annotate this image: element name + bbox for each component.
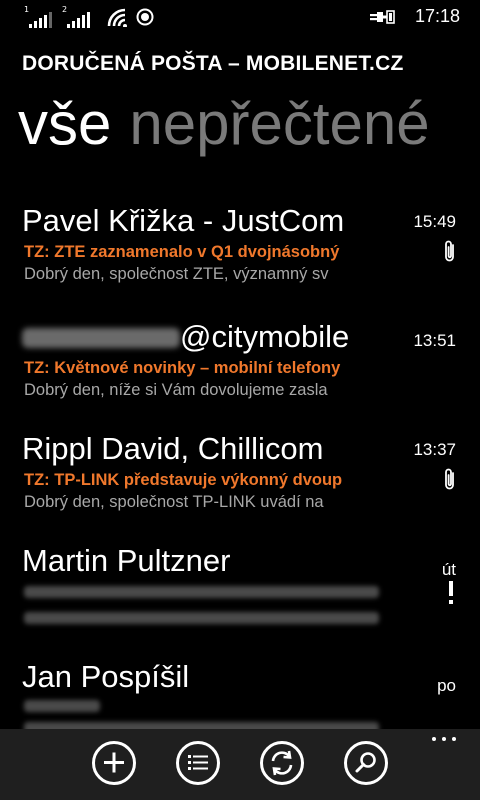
redacted-subject [24, 700, 100, 712]
pivot-item-unread[interactable]: nepřečtené [129, 90, 429, 157]
ellipsis-icon[interactable] [430, 737, 460, 745]
paperclip-icon [445, 468, 454, 490]
message-time: 13:51 [413, 331, 456, 350]
paperclip-icon [445, 240, 454, 262]
sync-icon [271, 750, 293, 776]
account-title: DORUČENÁ POŠTA – MOBILENET.CZ [22, 52, 404, 75]
message-subject: TZ: TP-LINK představuje výkonný dvoup [24, 471, 343, 489]
message-subject: TZ: ZTE zaznamenalo v Q1 dvojnásobný [24, 243, 340, 261]
message-subject: TZ: Květnové novinky – mobilní telefony [24, 359, 341, 377]
message-preview: Dobrý den, níže si Vám dovolujeme zasla [24, 381, 328, 399]
select-list-icon [188, 755, 208, 770]
message-time: po [437, 676, 456, 695]
message-item[interactable]: Pavel Křižka - JustCom TZ: ZTE zaznamena… [0, 202, 480, 312]
app-bar [0, 729, 480, 800]
sync-button[interactable] [260, 741, 304, 785]
message-sender: Jan Pospíšil [22, 659, 190, 694]
new-mail-button[interactable] [92, 741, 136, 785]
message-preview: Dobrý den, společnost ZTE, významný sv [24, 265, 329, 283]
message-sender: Pavel Křižka - JustCom [22, 203, 345, 238]
message-time: 13:37 [413, 440, 456, 459]
wifi-icon [107, 8, 127, 27]
internet-sharing-icon [136, 8, 154, 26]
plus-icon [104, 752, 124, 773]
redacted-preview [24, 612, 379, 624]
message-preview: Dobrý den, společnost TP-LINK uvádí na [24, 493, 324, 511]
message-item[interactable]: @citymobile TZ: Květnové novinky – mobil… [0, 318, 480, 428]
message-sender: Martin Pultzner [22, 543, 231, 578]
select-button[interactable] [176, 741, 220, 785]
high-importance-icon [448, 581, 454, 605]
status-time: 17:18 [414, 6, 460, 26]
message-time: 15:49 [413, 212, 456, 231]
message-sender: Rippl David, Chillicom [22, 431, 324, 466]
search-icon [355, 752, 376, 773]
status-bar: 1 2 17:18 [0, 0, 480, 34]
search-button[interactable] [344, 741, 388, 785]
redacted-sender-name [22, 328, 180, 348]
pivot-header: vše nepřečtené [18, 88, 430, 160]
pivot-item-all[interactable]: vše [18, 90, 111, 157]
redacted-subject [24, 586, 379, 598]
message-item[interactable]: Martin Pultzner út [0, 542, 480, 652]
battery-charging-icon [370, 10, 395, 24]
message-item[interactable]: Rippl David, Chillicom TZ: TP-LINK předs… [0, 430, 480, 540]
message-time: út [441, 560, 456, 579]
message-sender: @citymobile [180, 319, 350, 354]
